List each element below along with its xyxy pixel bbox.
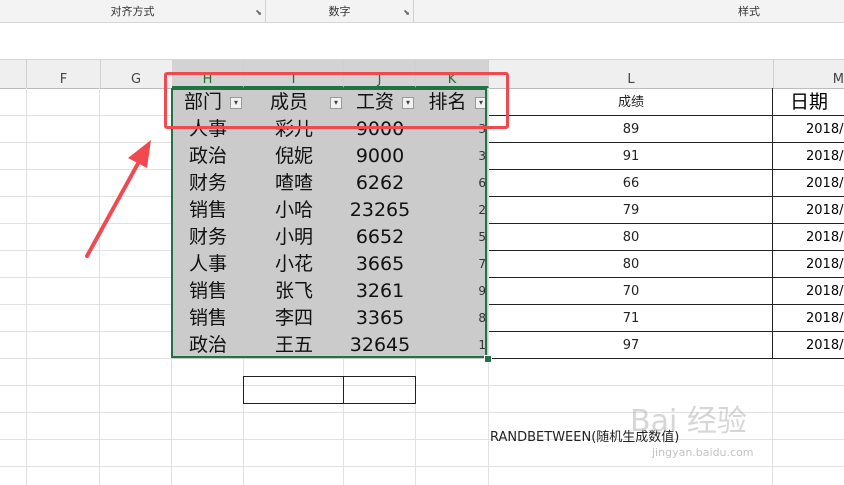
watermark: Bai 经验: [630, 404, 747, 439]
empty-cell[interactable]: [243, 376, 344, 404]
empty-cell[interactable]: [343, 376, 416, 404]
watermark-url: jingyan.baidu.com: [652, 446, 754, 459]
